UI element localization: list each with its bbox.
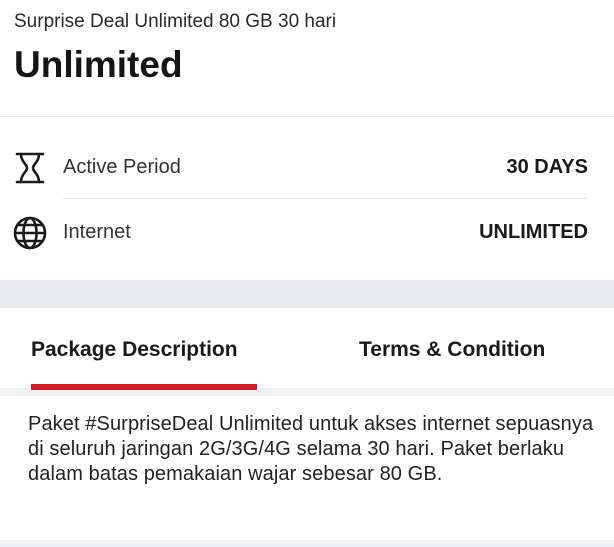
section-spacer: [0, 280, 614, 308]
active-period-label: Active Period: [63, 156, 181, 178]
globe-icon: [12, 215, 48, 251]
package-description-text: Paket #SurpriseDeal Unlimited untuk akse…: [28, 413, 594, 485]
package-header: Surprise Deal Unlimited 80 GB 30 hari Un…: [0, 0, 614, 116]
row-separator: [63, 198, 587, 199]
package-title: Unlimited: [14, 44, 183, 85]
package-subtitle: Surprise Deal Unlimited 80 GB 30 hari: [14, 11, 337, 32]
detail-row-active-period: Active Period 30 DAYS: [0, 136, 614, 196]
bottom-divider: [0, 540, 614, 547]
active-period-value: 30 DAYS: [506, 156, 588, 178]
tab-package-description[interactable]: Package Description: [31, 338, 238, 362]
detail-row-internet: Internet UNLIMITED: [0, 201, 614, 261]
hourglass-icon: [12, 150, 48, 186]
internet-label: Internet: [63, 221, 131, 243]
active-tab-indicator: [31, 384, 257, 390]
divider: [0, 116, 614, 117]
tab-terms-condition[interactable]: Terms & Condition: [359, 338, 545, 362]
tab-bar: Package Description Terms & Condition: [0, 308, 614, 396]
internet-value: UNLIMITED: [479, 221, 588, 243]
